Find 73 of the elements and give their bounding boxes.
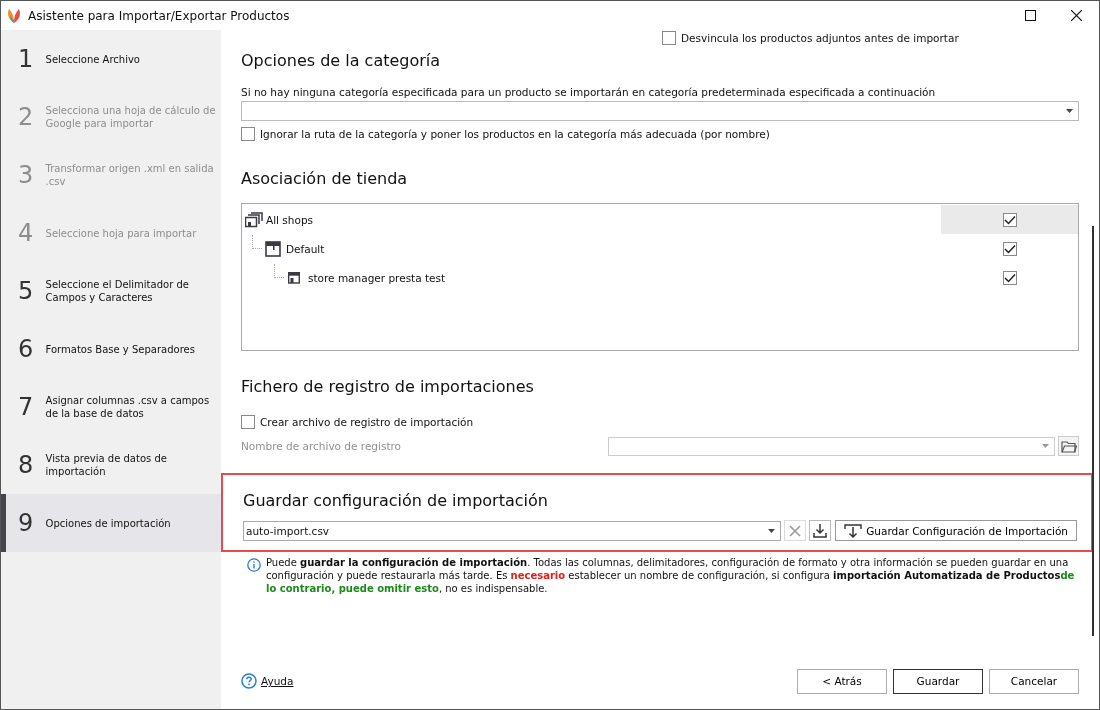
wizard-step[interactable]: 6 Formatos Base y Separadores	[1, 320, 221, 378]
tree-item-label: All shops	[266, 213, 314, 226]
dialog-button[interactable]: Guardar	[893, 668, 983, 694]
stacked-windows-icon	[245, 211, 263, 228]
step-label: Seleccione hoja para importar	[45, 226, 198, 240]
section-title: Asociación de tienda	[241, 169, 409, 190]
step-label: Seleccione el Delimitador de Campos y Caracteres	[45, 278, 190, 304]
save-to-tray-icon	[844, 523, 863, 538]
step-label: Seleccione Archivo	[45, 52, 141, 66]
checkbox-label: Crear archivo de registro de importación	[260, 416, 474, 428]
config-name-dropdown[interactable]: auto-import.csv	[243, 520, 782, 541]
step-number: 5	[18, 277, 35, 305]
wizard-step[interactable]: 7 Asignar columnas .csv a campos de la base de datos	[1, 378, 221, 436]
section-title: Fichero de registro de importaciones	[241, 377, 535, 398]
step-label: Opciones de importación	[45, 516, 172, 530]
dropdown-arrow-icon	[1066, 109, 1073, 113]
step-label: Selecciona una hoja de cálculo de Google para importar	[45, 104, 217, 130]
tree-connector	[274, 263, 284, 278]
step-number: 2	[18, 103, 35, 131]
window-title: Asistente para Importar/Exportar Productos	[28, 8, 290, 23]
checkbox[interactable]	[1002, 241, 1017, 256]
info-text: Puede guardar la configuración de importación. Todas las columnas, delimitadores, configuración de formato y otra información se pueden guardar en una configuración y puede restaurarla más tarde. Es necesario establecer un nombre de configuración, si configura importación Automatizada de Productosde lo contrario, puede omitir esto, no es indispensable.	[266, 556, 1076, 595]
step-label: Transformar origen .xml en salida .csv	[45, 162, 215, 188]
help-link[interactable]: Ayuda	[241, 673, 294, 689]
download-button[interactable]	[809, 520, 832, 541]
download-icon	[813, 523, 828, 538]
close-icon	[789, 524, 802, 537]
wizard-step[interactable]: 1 Seleccione Archivo	[1, 30, 221, 88]
close-icon	[1070, 10, 1082, 21]
step-label: Vista previa de datos de importación	[45, 452, 168, 478]
info-icon	[247, 558, 261, 572]
description-text: Si no hay ninguna categoría especificada para un producto se importarán en categoría predeterminada especificada a continuación	[241, 86, 937, 98]
category-dropdown[interactable]	[241, 101, 1079, 121]
scrollbar[interactable]	[1092, 226, 1094, 636]
step-label: Formatos Base y Separadores	[45, 342, 196, 356]
step-number: 9	[18, 509, 35, 537]
tree-item-label: Default	[286, 242, 325, 255]
step-number: 1	[18, 45, 35, 73]
browse-button[interactable]	[1058, 436, 1079, 456]
tree-row[interactable]: store manager presta test	[242, 263, 1078, 292]
dialog-button[interactable]: Cancelar	[989, 668, 1079, 694]
step-number: 8	[18, 451, 35, 479]
checkbox[interactable]	[662, 31, 676, 45]
step-number: 7	[18, 393, 35, 421]
clear-button[interactable]	[784, 520, 807, 541]
checkbox-label: Desvincula los productos adjuntos antes de importar	[681, 32, 959, 44]
tree-item-label: store manager presta test	[308, 271, 446, 284]
checkbox[interactable]	[241, 127, 255, 141]
checkbox[interactable]	[1002, 212, 1017, 227]
field-label: Nombre de archivo de registro	[241, 440, 403, 452]
tree-row[interactable]: All shops	[242, 205, 1078, 234]
wizard-step[interactable]: 9 Opciones de importación	[1, 494, 221, 552]
maximize-icon	[1024, 10, 1036, 21]
dialog-button[interactable]: < Atrás	[797, 668, 887, 694]
wizard-step[interactable]: 8 Vista previa de datos de importación	[1, 436, 221, 494]
step-number: 3	[18, 161, 35, 189]
step-number: 6	[18, 335, 35, 363]
tree-row[interactable]: Default	[242, 234, 1078, 263]
checkbox[interactable]	[1002, 270, 1017, 285]
section-title: Opciones de la categoría	[241, 51, 442, 72]
dropdown-arrow-icon	[1042, 444, 1049, 448]
config-name-value: auto-import.csv	[246, 524, 331, 537]
wizard-step[interactable]: 5 Seleccione el Delimitador de Campos y Caracteres	[1, 262, 221, 320]
checkbox-label: Ignorar la ruta de la categoría y poner los productos en la categoría más adecuada (por nombre)	[260, 128, 770, 140]
section-title: Guardar configuración de importación	[243, 491, 549, 512]
tree-connector	[252, 234, 262, 249]
window-icon	[265, 240, 283, 257]
step-label: Asignar columnas .csv a campos de la base de datos	[45, 394, 211, 420]
help-icon	[241, 673, 257, 689]
save-config-button[interactable]: Guardar Configuración de Importación	[835, 520, 1077, 541]
folder-icon	[1060, 439, 1077, 453]
step-number: 4	[18, 219, 35, 247]
dropdown-arrow-icon	[768, 528, 776, 533]
